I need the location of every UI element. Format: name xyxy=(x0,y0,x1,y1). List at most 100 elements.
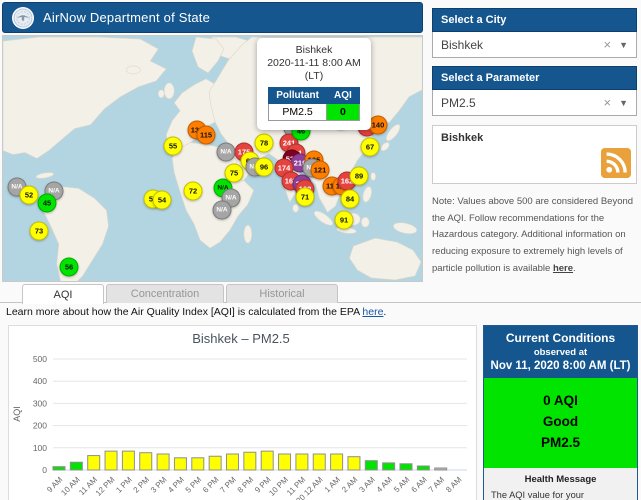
x-axis-label: 5 PM xyxy=(184,475,204,495)
x-axis-label: 6 AM xyxy=(410,475,429,494)
aqi-map-marker[interactable]: 96 xyxy=(255,158,274,177)
parameter-clear-icon[interactable]: × xyxy=(603,95,611,110)
epa-here-link[interactable]: here xyxy=(362,306,383,318)
x-axis-label: 8 AM xyxy=(444,475,463,494)
feed-city-title: Bishkek xyxy=(441,132,483,144)
chart-bar[interactable] xyxy=(88,456,100,470)
select-city-header: Select a City xyxy=(432,8,637,32)
aqi-map-marker[interactable]: 52 xyxy=(20,186,39,205)
chart-title: Bishkek – PM2.5 xyxy=(192,331,290,346)
chart-bar[interactable] xyxy=(244,452,256,470)
aqi-map-marker[interactable]: 54 xyxy=(153,191,172,210)
chart-bar[interactable] xyxy=(435,468,447,470)
chart-bar[interactable] xyxy=(157,454,169,470)
aqi-map-marker[interactable]: 73 xyxy=(30,222,49,241)
popup-timezone: (LT) xyxy=(261,70,367,83)
tab-concentration[interactable]: Concentration xyxy=(106,284,224,303)
chart-bar[interactable] xyxy=(70,462,82,470)
rss-feed-icon[interactable] xyxy=(601,148,631,178)
aqi-map-marker[interactable]: 89 xyxy=(350,167,369,186)
x-axis-label: 5 AM xyxy=(392,475,411,494)
cc-observed-at: observed at xyxy=(488,347,633,358)
popup-city: Bishkek xyxy=(261,44,367,57)
aqi-map-marker[interactable]: 75 xyxy=(225,164,244,183)
chart-bar[interactable] xyxy=(209,456,221,470)
y-axis-tick-label: 200 xyxy=(33,421,47,431)
current-conditions-header: Current Conditions observed at Nov 11, 2… xyxy=(484,326,637,378)
aqi-map-marker[interactable]: 55 xyxy=(164,137,183,156)
aqi-map-marker[interactable]: 71 xyxy=(296,188,315,207)
chart-bar[interactable] xyxy=(296,454,308,470)
x-axis-label: 12 PM xyxy=(94,475,117,498)
aqi-map-marker[interactable]: 67 xyxy=(361,138,380,157)
parameter-caret-down-icon[interactable]: ▼ xyxy=(619,98,628,108)
city-caret-down-icon[interactable]: ▼ xyxy=(619,40,628,50)
popup-aqi-header: AQI xyxy=(327,88,360,104)
tab-historical[interactable]: Historical xyxy=(226,284,338,303)
app-header: AirNow Department of State xyxy=(2,2,423,33)
city-select[interactable]: Bishkek × ▼ xyxy=(432,32,637,58)
chart-bar[interactable] xyxy=(122,451,134,470)
note-here-link[interactable]: here xyxy=(553,263,573,274)
popup-datetime: 2020-11-11 8:00 AM xyxy=(261,57,367,70)
aqi-map-marker[interactable]: 78 xyxy=(255,134,274,153)
chart-bar[interactable] xyxy=(227,454,239,470)
cc-aqi-box: 0 AQI Good PM2.5 xyxy=(484,378,637,468)
world-aqi-map[interactable]: N/A52N/A457356595472N/AN/AN/A55131115N/A… xyxy=(2,35,423,282)
select-parameter-header: Select a Parameter xyxy=(432,66,637,90)
y-axis-tick-label: 500 xyxy=(33,354,47,364)
map-popup: Bishkek 2020-11-11 8:00 AM (LT) Pollutan… xyxy=(257,38,371,130)
cc-health-message: Health Message The AQI value for your co… xyxy=(484,468,637,500)
aqi-map-marker[interactable]: 72 xyxy=(184,182,203,201)
chart-bar[interactable] xyxy=(279,454,291,470)
popup-aqi-value: 0 xyxy=(327,104,360,121)
city-select-value: Bishkek xyxy=(441,38,603,52)
tab-bar: AQI Concentration Historical xyxy=(0,284,641,303)
chart-bar[interactable] xyxy=(192,458,204,470)
app-title: AirNow Department of State xyxy=(43,10,210,25)
aqi-map-marker[interactable]: 56 xyxy=(60,258,79,277)
parameter-select-value: PM2.5 xyxy=(441,96,603,110)
city-clear-icon[interactable]: × xyxy=(603,37,611,52)
sidebar: Select a City Bishkek × ▼ Select a Param… xyxy=(432,8,637,277)
x-axis-label: 8 PM xyxy=(236,475,256,495)
cc-parameter: PM2.5 xyxy=(484,433,637,454)
aqi-map-marker[interactable]: 84 xyxy=(341,190,360,209)
cc-health-header: Health Message xyxy=(491,474,630,485)
tab-aqi[interactable]: AQI xyxy=(22,284,104,304)
parameter-select[interactable]: PM2.5 × ▼ xyxy=(432,90,637,116)
y-axis-tick-label: 300 xyxy=(33,398,47,408)
popup-pollutant-value: PM2.5 xyxy=(269,104,327,121)
aqi-map-marker[interactable]: 140 xyxy=(369,116,388,135)
aqi-map-marker[interactable]: 45 xyxy=(38,194,57,213)
chart-bar[interactable] xyxy=(348,457,360,470)
aqi-map-marker[interactable]: 115 xyxy=(197,126,216,145)
aqi-map-marker[interactable]: N/A xyxy=(217,143,236,162)
aqi-map-marker[interactable]: N/A xyxy=(213,201,232,220)
chart-bar[interactable] xyxy=(365,461,377,470)
chart-bar[interactable] xyxy=(383,463,395,470)
learn-more-line: Learn more about how the Air Quality Ind… xyxy=(6,306,386,318)
chart-bar[interactable] xyxy=(400,464,412,470)
x-axis-label: 2 PM xyxy=(132,475,152,495)
x-axis-label: 2 AM xyxy=(340,475,359,494)
chart-bar[interactable] xyxy=(105,451,117,470)
chart-bar[interactable] xyxy=(53,467,65,470)
x-axis-label: 1 AM xyxy=(323,475,342,494)
x-axis-label: 3 AM xyxy=(357,475,376,494)
chart-bar[interactable] xyxy=(174,458,186,470)
note-period: . xyxy=(573,263,576,274)
cc-datetime: Nov 11, 2020 8:00 AM (LT) xyxy=(488,360,633,372)
cc-title: Current Conditions xyxy=(488,331,633,345)
chart-bar[interactable] xyxy=(261,451,273,470)
chart-bar[interactable] xyxy=(313,454,325,470)
x-axis-label: 3 PM xyxy=(149,475,169,495)
note-text: Note: Values above 500 are considered Be… xyxy=(432,196,633,274)
x-axis-label: 10 AM xyxy=(59,475,82,498)
current-conditions-panel: Current Conditions observed at Nov 11, 2… xyxy=(483,325,638,500)
chart-bar[interactable] xyxy=(417,466,429,470)
x-axis-label: 7 PM xyxy=(218,475,238,495)
chart-bar[interactable] xyxy=(140,453,152,470)
chart-bar[interactable] xyxy=(331,454,343,470)
aqi-map-marker[interactable]: 91 xyxy=(335,211,354,230)
